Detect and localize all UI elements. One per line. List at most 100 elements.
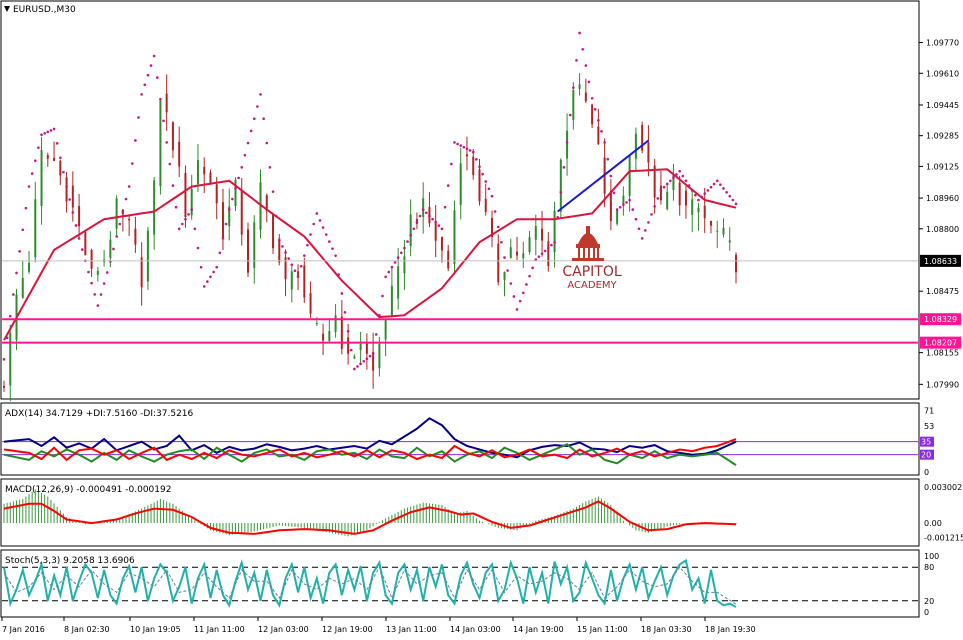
sar-dot (349, 348, 353, 352)
sar-dot (374, 333, 378, 336)
sar-dot (231, 197, 234, 201)
sar-dot (55, 142, 59, 145)
sar-dot (662, 185, 666, 189)
candle-body (559, 159, 562, 212)
candle-body (597, 126, 600, 145)
candle-body (184, 172, 187, 218)
candle-body (534, 225, 537, 240)
sar-dot (306, 243, 309, 247)
sar-dot (293, 269, 297, 273)
candle-body (334, 315, 337, 332)
time-axis: 7 Jan 2016 8 Jan 02:30 10 Jan 19:05 11 Jan … (1, 617, 756, 634)
sar-dot (631, 208, 635, 211)
candle-body (440, 237, 443, 251)
macd-signal-line (3, 500, 737, 535)
moving-average-line (3, 168, 737, 341)
sar-dot (224, 222, 228, 226)
sar-dot (196, 246, 200, 250)
sar-dot (159, 97, 162, 101)
sar-dot (96, 304, 100, 307)
candle-body (397, 266, 400, 299)
candle-body (578, 84, 581, 89)
sar-dot (165, 141, 168, 144)
price-tick-label: 1.09285 (926, 132, 959, 141)
sar-dot (728, 194, 732, 198)
sar-dot (290, 263, 294, 266)
candle-body (735, 254, 737, 273)
candle-body (497, 243, 500, 283)
candle-body (59, 160, 62, 176)
candle-body (459, 163, 462, 205)
sar-dot (171, 184, 175, 187)
candle-body (140, 257, 143, 288)
sar-dot (734, 202, 738, 206)
sar-dot (146, 73, 150, 77)
sar-dot (537, 255, 541, 258)
sar-dot (240, 166, 244, 169)
candle-body (691, 199, 694, 215)
candle-body (634, 133, 637, 159)
sar-dot (481, 172, 484, 176)
candle-body (684, 190, 687, 206)
capitol-dome-icon (572, 226, 604, 261)
sar-dot (356, 365, 359, 368)
candle-body (384, 320, 387, 340)
candle-body (628, 154, 631, 196)
sar-dot (440, 227, 444, 231)
candle-body (272, 214, 275, 249)
sar-dot (37, 146, 40, 149)
candle-body (28, 262, 31, 272)
candle-body (609, 190, 612, 221)
sar-dot (118, 222, 122, 226)
sar-dot (215, 265, 219, 269)
sar-dot (387, 270, 391, 274)
sar-dot (581, 47, 585, 51)
sar-dot (21, 228, 25, 232)
candle-body (134, 228, 137, 245)
candle-body (315, 323, 318, 325)
sar-dot (478, 165, 481, 169)
sar-dot (647, 221, 650, 224)
candle-body (34, 199, 37, 258)
sar-dot (177, 227, 181, 231)
candle-body (190, 189, 193, 216)
sar-dot (12, 293, 15, 296)
current-price-label: 1.08633 (924, 257, 957, 266)
sar-dot (337, 273, 341, 276)
sar-dot (52, 127, 56, 131)
sar-dot (299, 264, 303, 268)
sar-dot (287, 257, 290, 260)
sar-dot (209, 275, 212, 279)
sar-dot (43, 131, 46, 135)
candle-body (697, 207, 700, 213)
adx-tick-label: 53 (924, 422, 934, 431)
candle-body (178, 141, 181, 167)
candle-body (78, 206, 81, 227)
chart-menu-arrow-icon[interactable] (4, 6, 10, 12)
sar-dot (112, 247, 115, 251)
sar-dot (40, 133, 43, 137)
candle-body (165, 93, 168, 113)
sar-dot (609, 174, 613, 178)
candle-body (678, 182, 681, 206)
sar-dot (384, 275, 387, 279)
watermark-line2: ACADEMY (567, 280, 617, 291)
sar-dot (406, 240, 409, 243)
sar-dot (462, 145, 466, 149)
sar-dot (531, 266, 534, 270)
time-tick-label: 14 Jan 19:00 (513, 625, 564, 634)
sar-dot (359, 362, 362, 366)
sar-dot (515, 308, 519, 311)
sar-dot (181, 222, 184, 226)
sar-dot (234, 187, 237, 190)
sar-dot (324, 233, 328, 236)
candle-body (290, 271, 293, 290)
sar-dot (672, 176, 675, 179)
sar-dot (143, 83, 147, 87)
adx-tick-label: 0 (924, 468, 929, 477)
time-tick-label: 12 Jan 19:00 (322, 625, 373, 634)
price-tick-label: 1.07990 (926, 380, 959, 389)
sar-dot (190, 208, 193, 211)
sar-dot (271, 190, 275, 193)
price-tick-label: 1.08475 (926, 287, 959, 296)
